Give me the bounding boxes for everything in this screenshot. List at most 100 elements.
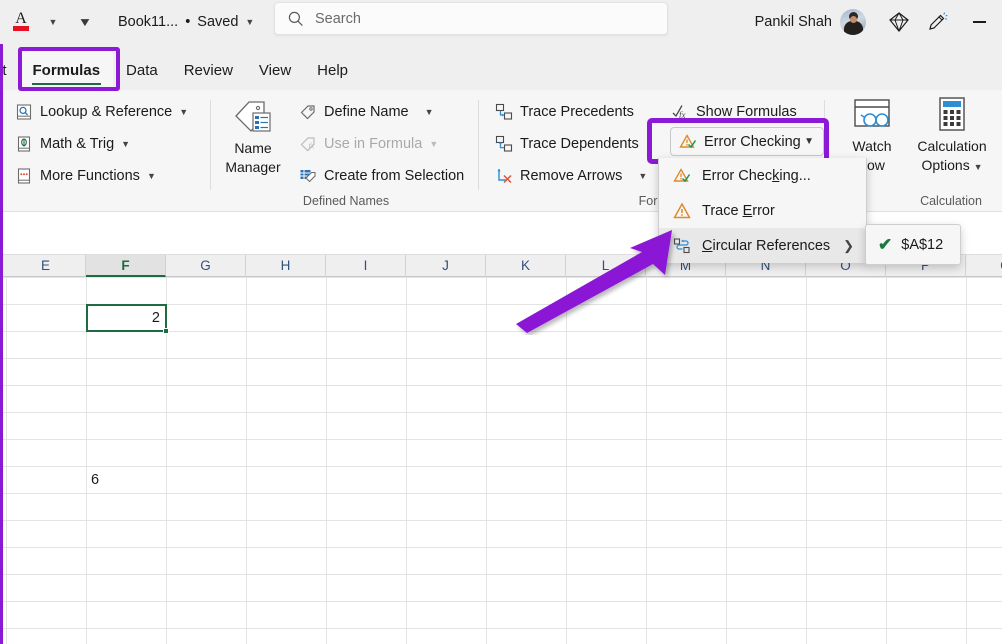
create-from-selection-button[interactable]: Create from Selection: [294, 160, 469, 192]
column-header-g[interactable]: G: [166, 255, 246, 277]
remove-arrows-button[interactable]: Remove Arrows ▼: [490, 160, 652, 192]
grid-cells[interactable]: 26: [0, 277, 1002, 644]
menu-item-label: Trace Error: [702, 203, 775, 219]
checkmark-icon: ✔: [878, 236, 892, 253]
name-manager-label-line1: Name: [234, 140, 271, 157]
calculation-options-button[interactable]: Calculation Options ▼: [912, 96, 992, 174]
spreadsheet-grid: EFGHIJKLMNOPQ 26: [0, 255, 1002, 644]
use-in-formula-icon: fx: [299, 135, 317, 153]
chevron-down-icon[interactable]: ▼: [245, 18, 254, 27]
microsoft-365-diamond-icon[interactable]: [880, 0, 918, 44]
cell-f-value[interactable]: 2: [86, 305, 160, 331]
menu-label-pre: Error Chec: [702, 168, 772, 184]
ribbon-item-label: Define Name: [324, 104, 409, 120]
column-header-f[interactable]: F: [86, 255, 166, 277]
column-header-j[interactable]: J: [406, 255, 486, 277]
tab-view[interactable]: View: [246, 50, 304, 90]
menu-label-accesskey: C: [702, 238, 712, 254]
error-checking-button[interactable]: Error Checking ▼: [670, 127, 824, 156]
watch-window-icon: [850, 96, 894, 136]
grid-column-line: [486, 277, 487, 644]
copilot-pen-icon[interactable]: [918, 0, 956, 44]
svg-text:fx: fx: [309, 142, 315, 151]
grid-column-line: [6, 277, 7, 644]
tab-review[interactable]: Review: [171, 50, 246, 90]
submenu-item-cell-reference[interactable]: $A$12: [901, 237, 943, 253]
math-trig-button[interactable]: Math & Trig ▼: [10, 128, 135, 160]
error-checking-icon: [673, 167, 691, 185]
name-manager-button[interactable]: Name Manager: [218, 96, 288, 176]
document-title[interactable]: Book11... • Saved ▼: [118, 14, 254, 30]
font-color-dropdown-icon[interactable]: ▼: [38, 7, 68, 37]
calculation-options-label-line2: Options ▼: [921, 157, 982, 174]
ribbon-item-label: Create from Selection: [324, 168, 464, 184]
error-checking-dropdown-menu: Error Checking... Trace Error Circular R…: [658, 158, 867, 263]
grid-row-line: [0, 439, 1002, 440]
column-header-l[interactable]: L: [566, 255, 646, 277]
minimize-window-icon[interactable]: [956, 0, 1002, 44]
tab-label: Data: [126, 62, 158, 79]
menu-item-circular-references[interactable]: Circular References ❯: [659, 228, 866, 263]
customize-quick-access-toolbar-icon[interactable]: ▼: [70, 7, 100, 37]
grid-column-line: [886, 277, 887, 644]
chevron-right-icon: ❯: [843, 238, 854, 254]
chevron-down-icon[interactable]: ▼: [638, 172, 647, 181]
tab-label: Review: [184, 62, 233, 79]
menu-item-label: Error Checking...: [702, 168, 811, 184]
more-functions-button[interactable]: More Functions ▼: [10, 160, 161, 192]
column-header-i[interactable]: I: [326, 255, 406, 277]
grid-row-line: [0, 412, 1002, 413]
search-placeholder: Search: [315, 11, 361, 27]
grid-row-line: [0, 520, 1002, 521]
math-trig-icon: [15, 135, 33, 153]
menu-item-error-checking[interactable]: Error Checking...: [659, 158, 866, 193]
grid-column-line: [86, 277, 87, 644]
grid-row-line: [0, 574, 1002, 575]
menu-item-trace-error[interactable]: Trace Error: [659, 193, 866, 228]
chevron-down-icon[interactable]: ▼: [147, 172, 156, 181]
grid-column-line: [966, 277, 967, 644]
column-header-q[interactable]: Q: [966, 255, 1002, 277]
column-header-k[interactable]: K: [486, 255, 566, 277]
chevron-down-icon: ▼: [429, 140, 438, 149]
grid-row-line: [0, 277, 1002, 278]
search-box[interactable]: Search: [274, 2, 668, 35]
remove-arrows-icon: [495, 167, 513, 185]
cell-f-value[interactable]: 6: [91, 467, 99, 493]
calculation-options-line2-text: Options: [921, 157, 969, 173]
ribbon-group-defined-names: Name Manager Define Name ▼ fx Use in For…: [212, 90, 480, 212]
trace-precedents-button[interactable]: Trace Precedents: [490, 96, 639, 128]
grid-column-line: [246, 277, 247, 644]
tab-help[interactable]: Help: [304, 50, 361, 90]
chevron-down-icon[interactable]: ▼: [121, 140, 130, 149]
menu-label-pre: Trace: [702, 203, 743, 219]
column-header-e[interactable]: E: [6, 255, 86, 277]
column-header-h[interactable]: H: [246, 255, 326, 277]
warning-triangle-icon: [673, 202, 691, 220]
show-formulas-button[interactable]: fx Show Formulas: [666, 96, 802, 128]
name-manager-icon: [231, 96, 275, 138]
font-color-icon[interactable]: A: [6, 7, 36, 37]
grid-row-line: [0, 466, 1002, 467]
tab-formulas[interactable]: Formulas: [20, 50, 114, 90]
search-icon: [287, 10, 305, 28]
chevron-down-icon[interactable]: ▼: [425, 108, 434, 117]
trace-dependents-button[interactable]: Trace Dependents: [490, 128, 644, 160]
use-in-formula-button: fx Use in Formula ▼: [294, 128, 443, 160]
group-divider: [210, 100, 211, 190]
avatar[interactable]: [840, 9, 866, 35]
save-state-label: Saved: [197, 14, 238, 30]
calculation-options-label-line1: Calculation: [917, 138, 986, 155]
lookup-reference-button[interactable]: Lookup & Reference ▼: [10, 96, 193, 128]
chevron-down-icon[interactable]: ▼: [179, 108, 188, 117]
define-name-button[interactable]: Define Name ▼: [294, 96, 439, 128]
grid-row-line: [0, 601, 1002, 602]
error-checking-label: Error Checking: [704, 134, 801, 150]
title-separator-dot: •: [185, 14, 190, 30]
chevron-down-icon[interactable]: ▼: [974, 162, 983, 172]
menu-item-label: Circular References: [702, 238, 830, 254]
left-edge-accent-bar: [0, 44, 3, 644]
tab-data[interactable]: Data: [113, 50, 171, 90]
chevron-down-icon[interactable]: ▼: [804, 136, 814, 147]
watch-window-label-line1: Watch: [852, 138, 891, 155]
